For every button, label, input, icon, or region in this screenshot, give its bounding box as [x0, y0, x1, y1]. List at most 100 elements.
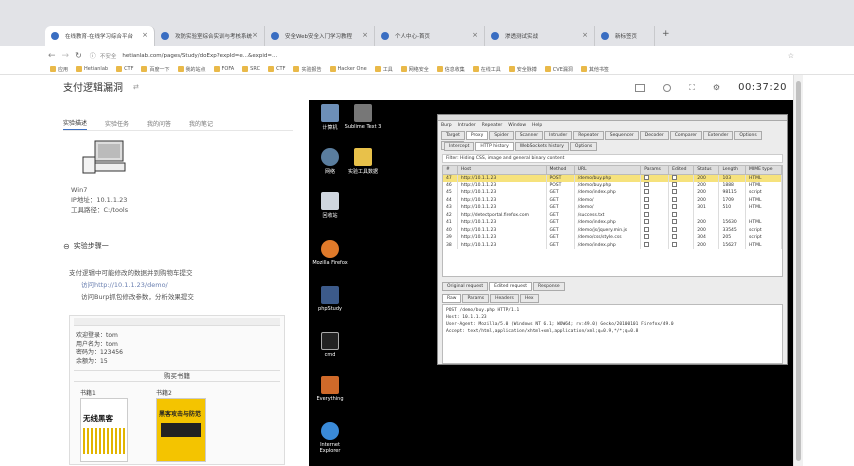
book-2-cover[interactable]: 黑客攻击与防范: [156, 398, 206, 462]
burp-tab[interactable]: Comparer: [669, 131, 702, 140]
column-header[interactable]: Host: [457, 166, 547, 175]
desktop-icon-everything[interactable]: Everything: [310, 376, 350, 402]
burp-menu-item[interactable]: Window: [508, 123, 526, 128]
bookmark-item[interactable]: CTF: [116, 66, 133, 72]
column-header[interactable]: #: [443, 166, 458, 175]
bookmark-item[interactable]: 工具: [374, 66, 393, 73]
bookmark-item[interactable]: 信息收集: [436, 66, 465, 73]
bookmark-item[interactable]: 安全脉搏: [508, 66, 537, 73]
url-field[interactable]: hetianlab.com/pages/Study/doExp?expId=e.…: [122, 53, 382, 59]
view-tab[interactable]: Params: [462, 294, 490, 303]
bookmark-item[interactable]: 我的站点: [177, 66, 206, 73]
column-header[interactable]: Edited: [668, 166, 695, 175]
bookmark-item[interactable]: FOFA: [213, 66, 234, 72]
desktop-icon-recycle[interactable]: 回收站: [310, 192, 350, 219]
proxy-subtab[interactable]: HTTP history: [475, 142, 514, 151]
table-row[interactable]: 43 http://10.1.1.23 GET/demo/301 510 HTML: [443, 204, 782, 212]
table-row[interactable]: 42 http://detectportal.firefox.com GET/suc…: [443, 211, 782, 219]
browser-tab[interactable]: 安全Web安全入门学习教程 ×: [265, 26, 375, 46]
browser-tab[interactable]: 新标签页: [595, 26, 655, 46]
detail-tab[interactable]: Edited request: [489, 282, 533, 291]
request-editor[interactable]: POST /demo/buy.php HTTP/1.1 Host: 10.1.1.…: [442, 304, 783, 364]
desktop-icon-folder[interactable]: 实验工具数据: [343, 148, 383, 175]
table-row[interactable]: 46 http://10.1.1.23 POST/demo/buy.php 200 18…: [443, 181, 782, 189]
bookmark-item[interactable]: Hacker One: [329, 66, 367, 72]
share-icon[interactable]: ⇄: [133, 83, 139, 91]
burp-menu-item[interactable]: Repeater: [482, 123, 502, 128]
tab-qa[interactable]: 我的问答: [147, 119, 171, 128]
column-header[interactable]: Method: [546, 166, 575, 175]
burp-tab[interactable]: Scanner: [514, 131, 544, 140]
bookmark-item[interactable]: 其他书签: [580, 66, 609, 73]
column-header[interactable]: Status: [693, 166, 720, 175]
desktop-icon-phpstudy[interactable]: phpStudy: [310, 286, 350, 312]
table-row[interactable]: 40 http://10.1.1.23 GET/demo/js/jquery.min…: [443, 226, 782, 234]
new-tab-button[interactable]: +: [662, 29, 670, 39]
close-tab-icon[interactable]: ×: [142, 31, 148, 39]
proxy-subtab[interactable]: Intercept: [444, 142, 475, 151]
burp-tab[interactable]: Repeater: [573, 131, 604, 140]
burp-menu-item[interactable]: Burp: [441, 123, 452, 128]
bookmark-item[interactable]: SRC: [242, 66, 260, 72]
tab-notes[interactable]: 我的笔记: [189, 119, 213, 128]
table-row[interactable]: 47 http://10.1.1.23 POST/demo/buy.php 200 10…: [443, 174, 782, 182]
reload-icon[interactable]: ↻: [75, 51, 82, 60]
column-header[interactable]: URL: [574, 166, 642, 175]
bookmark-item[interactable]: 网络安全: [400, 66, 429, 73]
burp-tab[interactable]: Decoder: [639, 131, 669, 140]
bookmark-item[interactable]: CVE漏洞: [544, 66, 573, 73]
bookmark-item[interactable]: 应用: [50, 66, 68, 73]
burp-tab[interactable]: Proxy: [465, 131, 489, 140]
back-icon[interactable]: ←: [48, 51, 56, 61]
history-filter[interactable]: Filter: Hiding CSS, image and general bi…: [442, 154, 783, 163]
burp-menu-item[interactable]: Help: [532, 123, 542, 128]
forward-icon[interactable]: →: [62, 51, 70, 61]
table-row[interactable]: 41 http://10.1.1.23 GET/demo/index.php 200 1…: [443, 219, 782, 227]
browser-tab[interactable]: 渗透测试实战 ×: [485, 26, 595, 46]
table-row[interactable]: 39 http://10.1.1.23 GET/demo/css/style.css…: [443, 234, 782, 242]
close-tab-icon[interactable]: ×: [252, 31, 258, 39]
browser-tab[interactable]: 攻防实验室综合实训与考核系统 ×: [155, 26, 265, 46]
browser-tab[interactable]: 个人中心-首页 ×: [375, 26, 485, 46]
tab-tasks[interactable]: 实验任务: [105, 119, 129, 128]
page-scrollbar[interactable]: [793, 75, 803, 466]
detail-tab[interactable]: Response: [533, 282, 565, 291]
scrollbar-thumb[interactable]: [796, 81, 801, 461]
close-tab-icon[interactable]: ×: [582, 31, 588, 39]
fullscreen-icon[interactable]: ⛶: [689, 83, 695, 93]
collapse-icon[interactable]: ⊖: [63, 242, 70, 251]
tab-description[interactable]: 实验描述: [63, 118, 88, 130]
bookmark-item[interactable]: 在线工具: [472, 66, 501, 73]
close-tab-icon[interactable]: ×: [362, 31, 368, 39]
book-1-cover[interactable]: 无线黑客: [80, 398, 128, 462]
star-icon[interactable]: ☆: [788, 52, 794, 60]
column-header[interactable]: Length: [718, 166, 747, 175]
bookmark-item[interactable]: 实验报告: [293, 66, 322, 73]
bookmark-item[interactable]: CTF: [268, 66, 285, 72]
burp-tab[interactable]: Target: [441, 131, 465, 140]
proxy-subtab[interactable]: Options: [569, 142, 598, 151]
burp-tab[interactable]: Sequencer: [604, 131, 639, 140]
burp-tab[interactable]: Options: [734, 131, 762, 140]
column-header[interactable]: Params: [640, 166, 670, 175]
table-row[interactable]: 38 http://10.1.1.23 GET/demo/index.php 200 1…: [443, 241, 782, 249]
desktop-icon-ie[interactable]: Internet Explorer: [310, 422, 350, 454]
proxy-subtab[interactable]: WebSockets history: [514, 142, 569, 151]
settings-icon[interactable]: ⚙: [713, 83, 720, 92]
step-url[interactable]: 访问http://10.1.1.23/demo/: [69, 279, 294, 291]
close-tab-icon[interactable]: ×: [472, 31, 478, 39]
desktop-icon-sublime[interactable]: Sublime Text 3: [343, 104, 383, 130]
view-tab[interactable]: Hex: [519, 294, 539, 303]
burp-tab[interactable]: Extender: [702, 131, 734, 140]
column-header[interactable]: MIME type: [745, 166, 782, 175]
table-row[interactable]: 45 http://10.1.1.23 GET/demo/index.php 200 9…: [443, 189, 782, 197]
bookmark-item[interactable]: 百度一下: [141, 66, 170, 73]
clock-icon[interactable]: [663, 83, 672, 92]
desktop-icon-firefox[interactable]: Mozilla Firefox: [310, 240, 350, 266]
table-row[interactable]: 44 http://10.1.1.23 GET/demo/200 1709 HTML: [443, 196, 782, 204]
detail-tab[interactable]: Original request: [442, 282, 489, 291]
screen-icon[interactable]: [635, 83, 646, 92]
bookmark-item[interactable]: Hetianlab: [76, 66, 108, 72]
view-tab[interactable]: Headers: [490, 294, 519, 303]
burp-menu-item[interactable]: Intruder: [458, 123, 476, 128]
